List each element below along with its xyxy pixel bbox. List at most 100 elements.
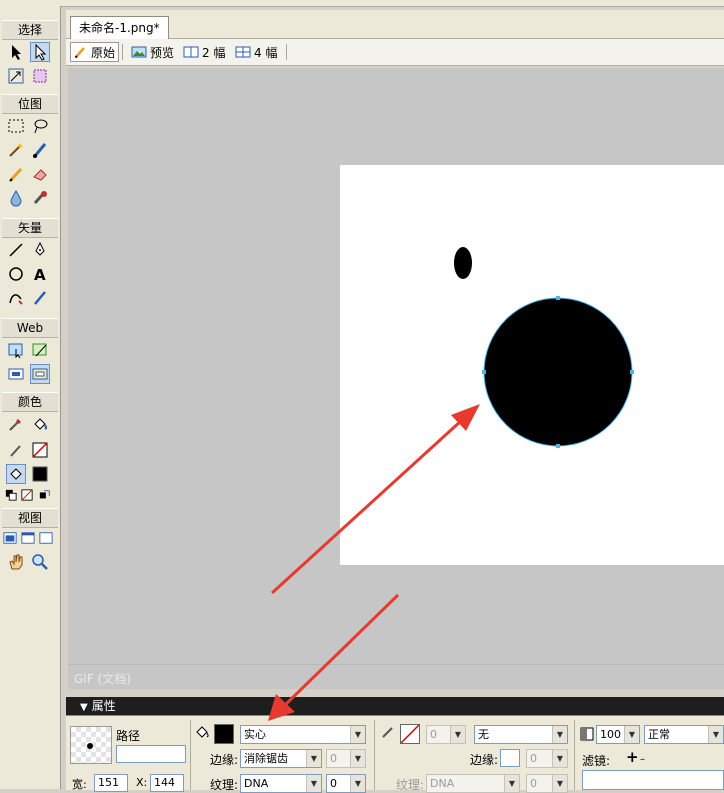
line-tool-icon[interactable]	[6, 240, 26, 260]
pen-tool-icon[interactable]	[30, 240, 50, 260]
blend-mode-value: 正常	[648, 728, 670, 741]
document-format-label: GIF (文档)	[74, 672, 131, 686]
hide-slices-icon[interactable]	[6, 364, 26, 384]
pointer-tool-icon[interactable]	[6, 42, 26, 62]
brush-tool-icon[interactable]	[30, 140, 50, 160]
properties-panel-header[interactable]: ▼ 属性	[66, 697, 724, 715]
chevron-down-icon: ▼	[552, 750, 567, 767]
eraser-tool-icon[interactable]	[30, 164, 50, 184]
zoom-tool-icon[interactable]	[30, 552, 50, 572]
remove-filter-icon[interactable]: –	[640, 754, 645, 765]
section-view-label: 视图	[2, 508, 58, 528]
small-black-ellipse[interactable]	[454, 247, 472, 279]
stroke-type-value: 无	[478, 728, 489, 741]
stroke-edge-swatch[interactable]	[500, 749, 520, 767]
full-screen-menus-icon[interactable]	[20, 528, 36, 548]
rubber-stamp-icon[interactable]	[30, 188, 50, 208]
stroke-color-icon[interactable]	[6, 440, 26, 460]
freeform-tool-icon[interactable]	[6, 288, 26, 308]
texture-select[interactable]: DNA ▼	[240, 774, 322, 793]
stroke-edge-amount-select[interactable]: 0 ▼	[526, 749, 568, 768]
stroke-texture-amount-value: 0	[530, 777, 537, 790]
add-filter-icon[interactable]: +	[626, 748, 639, 766]
chevron-down-icon: ▼	[350, 750, 365, 767]
view-mode-bar: 原始 预览 2 幅 4 幅	[66, 39, 724, 66]
four-panes-icon	[235, 46, 251, 58]
stroke-size-select[interactable]: 0 ▼	[426, 725, 466, 744]
width-field[interactable]: 151	[94, 774, 128, 792]
view-4up-button[interactable]: 4 幅	[232, 42, 280, 62]
pencil-tool-icon[interactable]	[6, 164, 26, 184]
view-original-button[interactable]: 原始	[70, 42, 120, 62]
tools-panel: 选择 位图 矢量 A Web 颜色 视图	[0, 6, 61, 789]
slice-tool-icon[interactable]	[30, 340, 50, 360]
default-colors-icon[interactable]	[4, 488, 18, 502]
view-preview-button[interactable]: 预览	[128, 42, 177, 62]
section-web-label: Web	[2, 318, 58, 338]
full-screen-icon[interactable]	[38, 528, 54, 548]
fill-type-select[interactable]: 实心 ▼	[240, 725, 366, 744]
magic-wand-icon[interactable]	[6, 140, 26, 160]
selected-black-circle[interactable]	[483, 297, 633, 447]
properties-panel: 路径 宽: 151 X: 144 实心 ▼ 边缘: 消除锯齿 ▼ 0 ▼ 纹理: DN…	[66, 715, 724, 793]
separator	[286, 44, 287, 60]
hand-tool-icon[interactable]	[6, 552, 26, 572]
edge-value: 消除锯齿	[244, 752, 288, 765]
ellipse-tool-icon[interactable]	[6, 264, 26, 284]
stroke-texture-select[interactable]: DNA ▼	[426, 774, 520, 793]
standard-screen-icon[interactable]	[2, 528, 18, 548]
object-name-field[interactable]	[116, 745, 186, 763]
chevron-down-icon: ▼	[624, 726, 639, 743]
section-bitmap-label: 位图	[2, 94, 58, 114]
view-4up-label: 4 幅	[254, 45, 278, 60]
fill-color-bucket-icon[interactable]	[6, 464, 26, 484]
stroke-swatch-none-icon[interactable]	[30, 440, 50, 460]
artboard[interactable]	[340, 165, 724, 565]
x-label: X:	[136, 776, 148, 789]
paint-bucket-icon[interactable]	[30, 414, 50, 434]
lasso-tool-icon[interactable]	[30, 116, 50, 136]
filters-list[interactable]	[582, 770, 724, 790]
stroke-type-select[interactable]: 无 ▼	[474, 725, 568, 744]
stroke-texture-amount-select[interactable]: 0 ▼	[526, 774, 568, 793]
x-field[interactable]: 144	[150, 774, 184, 792]
marquee-tool-icon[interactable]	[6, 116, 26, 136]
knife-tool-icon[interactable]	[30, 288, 50, 308]
document-tab[interactable]: 未命名-1.png*	[70, 16, 169, 39]
document-tab-bar: 未命名-1.png*	[66, 10, 724, 39]
edge-amount-select[interactable]: 0 ▼	[326, 749, 366, 768]
fill-color-swatch[interactable]	[214, 724, 234, 744]
texture-label: 纹理:	[210, 778, 239, 792]
scale-tool-icon[interactable]	[6, 66, 26, 86]
texture-amount-select[interactable]: 0 ▼	[326, 774, 366, 793]
stroke-size-value: 0	[430, 728, 437, 741]
blur-tool-icon[interactable]	[6, 188, 26, 208]
fill-bucket-icon	[194, 724, 210, 743]
swap-colors-icon[interactable]	[38, 488, 52, 502]
crop-tool-icon[interactable]	[30, 66, 50, 86]
show-slices-icon[interactable]	[30, 364, 50, 384]
text-tool-icon[interactable]: A	[30, 264, 50, 284]
subselect-tool-icon[interactable]	[30, 42, 50, 62]
divider	[574, 720, 575, 790]
eyedropper-tool-icon[interactable]	[6, 414, 26, 434]
thumbnail-dot	[87, 743, 93, 749]
fill-type-value: 实心	[244, 728, 266, 741]
view-2up-button[interactable]: 2 幅	[180, 42, 228, 62]
fill-swatch-black-icon[interactable]	[30, 464, 50, 484]
edge-select[interactable]: 消除锯齿 ▼	[240, 749, 322, 768]
blend-mode-select[interactable]: 正常 ▼	[644, 725, 724, 744]
chevron-down-icon: ▼	[450, 726, 465, 743]
opacity-select[interactable]: 100 ▼	[596, 725, 640, 744]
stroke-texture-label: 纹理:	[396, 778, 425, 792]
chevron-down-icon: ▼	[552, 775, 567, 792]
no-stroke-fill-icon[interactable]	[20, 488, 34, 502]
stroke-edge-label: 边缘:	[470, 753, 499, 767]
stroke-color-swatch[interactable]	[400, 724, 420, 744]
document-canvas[interactable]	[68, 68, 724, 664]
hotspot-tool-icon[interactable]	[6, 340, 26, 360]
divider	[190, 720, 191, 790]
view-original-label: 原始	[91, 45, 116, 60]
chevron-down-icon: ▼	[552, 726, 567, 743]
properties-title: 属性	[91, 699, 116, 713]
